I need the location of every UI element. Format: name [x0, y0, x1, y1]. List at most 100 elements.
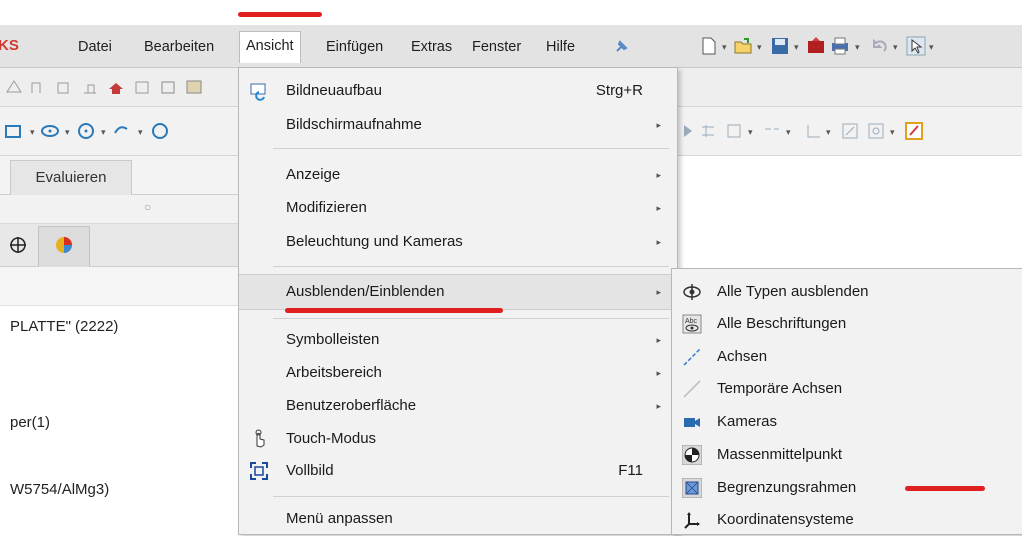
chevron-down-icon[interactable]: ▾ [786, 127, 791, 138]
menu-item-label: Benutzeroberfläche [286, 397, 417, 414]
drag-handle-icon[interactable]: ○ [144, 200, 151, 214]
menu-item-modifizieren[interactable]: Modifizieren ▸ [239, 193, 677, 223]
view-tool-icon[interactable] [762, 121, 782, 141]
view-tool-icon[interactable] [680, 121, 700, 141]
submenu-item-begrenzungsrahmen[interactable]: Begrenzungsrahmen [672, 472, 1022, 504]
chevron-down-icon[interactable]: ▾ [748, 127, 753, 138]
chevron-down-icon[interactable]: ▾ [893, 42, 898, 53]
menu-ansicht[interactable]: Ansicht [239, 31, 301, 63]
submenu-item-koordinatensysteme[interactable]: Koordinatensysteme [672, 504, 1022, 536]
menu-item-beleuchtung-und-kameras[interactable]: Beleuchtung und Kameras ▸ [239, 227, 677, 257]
chevron-down-icon[interactable]: ▾ [890, 127, 895, 138]
display-manager-icon[interactable] [54, 235, 74, 255]
menu-item-symbolleisten[interactable]: Symbolleisten ▸ [239, 325, 677, 355]
menu-datei[interactable]: Datei [72, 33, 118, 61]
view-tool-icon[interactable] [804, 121, 824, 141]
chevron-down-icon[interactable]: ▾ [101, 127, 106, 138]
open-folder-icon[interactable] [733, 36, 753, 56]
undo-icon[interactable] [870, 36, 890, 56]
menu-item-bildneuaufbau[interactable]: Bildneuaufbau Strg+R [239, 76, 677, 106]
center-of-mass-icon [682, 445, 702, 465]
menu-item-bildschirmaufnahme[interactable]: Bildschirmaufnahme ▸ [239, 110, 677, 140]
menu-item-touch-modus[interactable]: Touch-Modus [239, 424, 677, 454]
annotations-icon: Abc [682, 314, 702, 334]
feature-tool-icon[interactable] [150, 121, 170, 141]
menu-item-label: Bildschirmaufnahme [286, 116, 422, 133]
sketch-tool-icon[interactable] [54, 77, 74, 97]
menu-item-arbeitsbereich[interactable]: Arbeitsbereich ▸ [239, 358, 677, 388]
chevron-down-icon[interactable]: ▾ [138, 127, 143, 138]
axes-icon [683, 348, 701, 366]
sketch-tool-icon[interactable] [158, 77, 178, 97]
chevron-down-icon[interactable]: ▾ [855, 42, 860, 53]
menu-item-label: Modifizieren [286, 199, 367, 216]
submenu-item-label: Koordinatensysteme [717, 511, 854, 528]
sketch-tool-icon[interactable] [4, 77, 24, 97]
temp-axes-icon [683, 380, 701, 398]
view-tool-icon[interactable] [840, 121, 860, 141]
menu-item-label: Vollbild [286, 462, 334, 479]
submenu-item-achsen[interactable]: Achsen [672, 341, 1022, 373]
chevron-down-icon[interactable]: ▾ [929, 42, 934, 53]
menu-item-menue-anpassen[interactable]: Menü anpassen [239, 504, 677, 534]
menu-einfuegen[interactable]: Einfügen [320, 33, 389, 61]
pin-icon[interactable] [611, 37, 631, 57]
submenu-arrow-icon: ▸ [656, 237, 661, 247]
menu-item-anzeige[interactable]: Anzeige ▸ [239, 160, 677, 190]
chevron-down-icon[interactable]: ▾ [722, 42, 727, 53]
chevron-down-icon[interactable]: ▾ [65, 127, 70, 138]
touch-hand-icon [255, 429, 265, 448]
menu-hilfe[interactable]: Hilfe [540, 33, 581, 61]
submenu-item-label: Massenmittelpunkt [717, 446, 843, 463]
print-icon[interactable] [830, 36, 850, 56]
fullscreen-icon [250, 462, 268, 480]
chevron-down-icon[interactable]: ▾ [826, 127, 831, 138]
sketch-tool-icon[interactable] [80, 77, 100, 97]
menu-item-ausblenden-einblenden[interactable]: Ausblenden/Einblenden ▸ [239, 274, 677, 310]
tree-item-body[interactable]: per(1) [10, 414, 50, 431]
menu-fenster[interactable]: Fenster [466, 33, 527, 61]
tab-evaluieren[interactable]: Evaluieren [10, 160, 132, 195]
submenu-item-temporaere-achsen[interactable]: Temporäre Achsen [672, 373, 1022, 405]
submenu-item-massenmittelpunkt[interactable]: Massenmittelpunkt [672, 439, 1022, 471]
tree-item-material[interactable]: W5754/AlMg3) [10, 481, 109, 498]
feature-tool-icon[interactable] [112, 121, 132, 141]
hide-all-types-icon [683, 284, 701, 300]
submenu-arrow-icon: ▸ [656, 120, 661, 130]
submenu-item-alle-beschriftungen[interactable]: Abc Alle Beschriftungen [672, 308, 1022, 340]
sketch-tool-icon[interactable] [28, 77, 48, 97]
chevron-down-icon[interactable]: ▾ [30, 127, 35, 138]
file-properties-icon[interactable] [806, 36, 826, 56]
feature-tool-icon[interactable] [4, 121, 24, 141]
view-tool-icon[interactable] [904, 121, 924, 141]
sketch-tool-icon[interactable] [132, 77, 152, 97]
ausblenden-einblenden-submenu: Alle Typen ausblenden Abc Alle Beschrift… [671, 268, 1022, 535]
menu-item-benutzeroberflaeche[interactable]: Benutzeroberfläche ▸ [239, 391, 677, 421]
menu-item-vollbild[interactable]: Vollbild F11 [239, 456, 677, 486]
new-document-icon[interactable] [699, 36, 719, 56]
chevron-down-icon[interactable]: ▾ [757, 42, 762, 53]
view-tool-icon[interactable] [724, 121, 744, 141]
coordinate-system-icon [684, 512, 700, 529]
chevron-down-icon[interactable]: ▾ [794, 42, 799, 53]
submenu-item-alle-typen-ausblenden[interactable]: Alle Typen ausblenden [672, 276, 1022, 308]
submenu-item-label: Achsen [717, 348, 768, 365]
menu-extras[interactable]: Extras [405, 33, 458, 61]
dimxpert-manager-icon[interactable] [8, 235, 28, 255]
sketch-tool-icon[interactable] [184, 77, 204, 97]
manager-tabs [0, 224, 240, 268]
menu-separator [273, 266, 669, 267]
save-icon[interactable] [770, 36, 790, 56]
select-cursor-icon[interactable] [906, 36, 926, 56]
submenu-item-kameras[interactable]: Kameras [672, 406, 1022, 438]
feature-tool-icon[interactable] [76, 121, 96, 141]
tree-item-part[interactable]: PLATTE" (2222) [10, 318, 118, 335]
menu-bar: KS Datei Bearbeiten Ansicht Einfügen Ext… [0, 25, 1022, 68]
menu-item-label: Symbolleisten [286, 331, 380, 348]
menu-bearbeiten[interactable]: Bearbeiten [138, 33, 220, 61]
feature-tool-icon[interactable] [40, 121, 60, 141]
view-tool-icon[interactable] [866, 121, 886, 141]
submenu-item-label: Temporäre Achsen [717, 380, 843, 397]
view-tool-icon[interactable] [698, 121, 718, 141]
sketch-tool-icon[interactable] [106, 77, 126, 97]
